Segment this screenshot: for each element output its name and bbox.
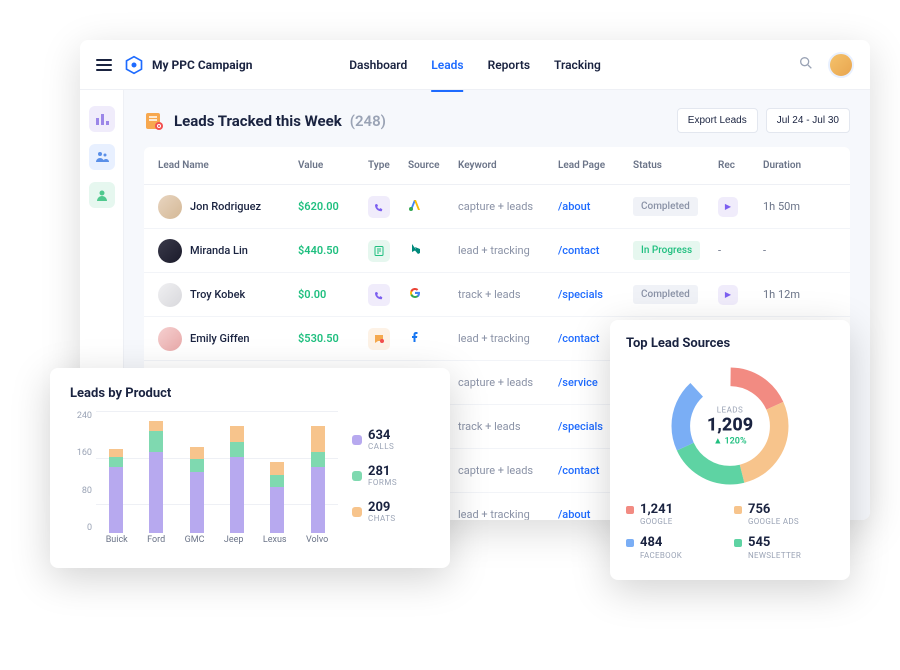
type-icon [368,328,408,350]
column-header[interactable]: Source [408,160,458,171]
column-header[interactable]: Rec [718,160,763,171]
keyword: capture + leads [458,376,558,389]
table-row[interactable]: Miranda Lin$440.50 lead + tracking/contac… [144,229,850,273]
lead-page[interactable]: /specials [558,288,633,301]
lead-value: $620.00 [298,200,368,213]
source-icon [408,198,458,215]
keyword: track + leads [458,288,558,301]
date-range-button[interactable]: Jul 24 - Jul 30 [766,108,850,133]
status: Completed [633,285,718,304]
donut-label: LEADS [707,406,753,415]
logo-icon [124,55,144,75]
play-icon[interactable]: ▶ [718,197,738,217]
table-row[interactable]: Jon Rodriguez$620.00 capture + leads/abou… [144,185,850,229]
nav-tab-leads[interactable]: Leads [431,52,463,78]
search-icon[interactable] [798,55,814,75]
user-avatar[interactable] [828,52,854,78]
chart-legend: 634CALLS 281FORMS 209CHATS [352,411,430,551]
page-title: Leads Tracked this Week [174,112,342,130]
bar-lexus [270,462,284,533]
duration: 1h 12m [763,288,833,301]
column-header[interactable]: Status [633,160,718,171]
lead-value: $0.00 [298,288,368,301]
page-count: (248) [350,112,386,130]
nav-tab-dashboard[interactable]: Dashboard [349,52,407,78]
source-icon [408,286,458,303]
table-row[interactable]: Troy Kobek$0.00 track + leads/specialsCom… [144,273,850,317]
legend-item: 281FORMS [352,465,430,487]
column-header[interactable]: Lead Name [158,160,298,171]
bar-ford [149,421,163,533]
lead-value: $440.50 [298,244,368,257]
bar-chart: 240160800 BuickFordGMCJeepLexusVolvo [70,411,338,551]
source-item: 756GOOGLE ADS [734,503,834,526]
type-icon [368,284,408,306]
lead-name: Jon Rodriguez [158,195,298,219]
lead-avatar [158,327,182,351]
play-icon[interactable]: ▶ [718,285,738,305]
menu-icon[interactable] [96,59,112,71]
top-lead-sources-card: Top Lead Sources LEADS 1,209 ▲ 120% 1,24… [610,320,850,580]
sidebar-item-team[interactable] [89,144,115,170]
legend-item: 634CALLS [352,429,430,451]
sidebar-item-analytics[interactable] [89,106,115,132]
nav-tab-tracking[interactable]: Tracking [554,52,601,78]
bar-buick [109,449,123,533]
keyword: lead + tracking [458,508,558,520]
leads-by-product-card: Leads by Product 240160800 BuickFordGMCJ… [50,368,450,568]
lead-avatar [158,195,182,219]
sources-legend: 1,241GOOGLE 756GOOGLE ADS 484FACEBOOK 545NE… [626,503,834,560]
column-header[interactable]: Value [298,160,368,171]
topbar: My PPC Campaign Dashboard Leads Reports Tra… [80,40,870,90]
keyword: capture + leads [458,464,558,477]
duration: - [763,244,833,257]
table-header: Lead NameValueTypeSourceKeywordLead Page… [144,147,850,185]
lead-value: $530.50 [298,332,368,345]
card-title: Leads by Product [70,386,430,401]
lead-avatar [158,283,182,307]
column-header[interactable]: Lead Page [558,160,633,171]
rec: ▶ [718,197,763,217]
duration: 1h 50m [763,200,833,213]
leads-icon [144,111,164,131]
type-icon [368,196,408,218]
column-header[interactable]: Duration [763,160,833,171]
lead-name: Troy Kobek [158,283,298,307]
keyword: lead + tracking [458,244,558,257]
nav-tab-reports[interactable]: Reports [488,52,530,78]
rec: - [718,244,763,257]
column-header[interactable]: Keyword [458,160,558,171]
nav-tabs: Dashboard Leads Reports Tracking [349,52,601,78]
keyword: capture + leads [458,200,558,213]
status: Completed [633,197,718,216]
lead-avatar [158,239,182,263]
keyword: track + leads [458,420,558,433]
lead-page[interactable]: /about [558,200,633,213]
app-title: My PPC Campaign [152,58,252,72]
source-item: 484FACEBOOK [626,536,726,559]
type-icon [368,240,408,262]
status: In Progress [633,241,718,260]
bar-volvo [311,426,325,533]
column-header[interactable]: Type [368,160,408,171]
donut-delta: ▲ 120% [707,436,753,447]
source-item: 1,241GOOGLE [626,503,726,526]
lead-page[interactable]: /contact [558,244,633,257]
card-title: Top Lead Sources [626,336,834,351]
bar-jeep [230,426,244,533]
sidebar-item-user[interactable] [89,182,115,208]
export-button[interactable]: Export Leads [677,108,758,133]
legend-item: 209CHATS [352,501,430,523]
source-icon [408,242,458,259]
page-header: Leads Tracked this Week (248) Export Lea… [144,108,850,133]
donut-value: 1,209 [707,415,753,436]
rec: ▶ [718,285,763,305]
source-icon [408,330,458,347]
lead-name: Emily Giffen [158,327,298,351]
keyword: lead + tracking [458,332,558,345]
donut-chart: LEADS 1,209 ▲ 120% [665,361,795,491]
lead-name: Miranda Lin [158,239,298,263]
bar-gmc [190,447,204,533]
source-item: 545NEWSLETTER [734,536,834,559]
